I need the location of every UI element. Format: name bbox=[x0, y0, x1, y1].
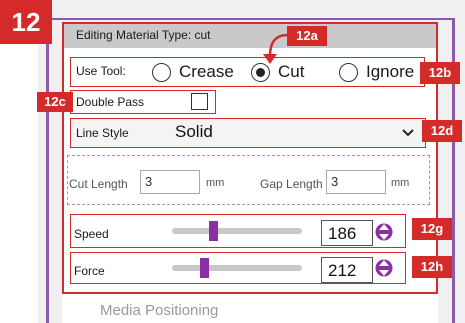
callout-badge-12b: 12b bbox=[420, 62, 460, 84]
double-pass-checkbox[interactable] bbox=[191, 93, 208, 110]
callout-badge-12d: 12d bbox=[422, 120, 462, 142]
gap-length-input[interactable]: 3 bbox=[326, 170, 386, 194]
line-style-label: Line Style bbox=[76, 126, 129, 140]
radio-option-crease[interactable]: Crease bbox=[152, 62, 234, 82]
force-spinner-icon[interactable] bbox=[375, 257, 393, 279]
callout-badge-12h: 12h bbox=[412, 256, 452, 278]
panel-border-top bbox=[46, 18, 455, 20]
force-slider-thumb[interactable] bbox=[200, 258, 209, 278]
speed-slider-track[interactable] bbox=[172, 228, 302, 234]
radio-ignore-icon[interactable] bbox=[339, 62, 358, 82]
cut-length-unit: mm bbox=[206, 177, 225, 189]
speed-label: Speed bbox=[74, 227, 109, 241]
callout-badge-12g: 12g bbox=[412, 218, 452, 240]
radio-crease-icon[interactable] bbox=[152, 62, 171, 82]
radio-option-ignore[interactable]: Ignore bbox=[339, 62, 414, 82]
radio-selected-dot bbox=[256, 67, 265, 77]
radio-ignore-label: Ignore bbox=[366, 62, 415, 81]
media-positioning-header[interactable]: Media Positioning bbox=[100, 302, 218, 319]
line-style-value: Solid bbox=[175, 122, 213, 141]
radio-cut-label: Cut bbox=[278, 62, 305, 81]
callout-badge-main: 12 bbox=[0, 0, 52, 44]
cut-length-input[interactable]: 3 bbox=[140, 170, 200, 194]
speed-spinner-icon[interactable] bbox=[375, 221, 393, 243]
panel-border-left bbox=[46, 18, 49, 323]
gap-length-label: Gap Length bbox=[260, 177, 323, 191]
callout-badge-12c: 12c bbox=[37, 92, 73, 112]
gap-length-unit: mm bbox=[391, 177, 410, 189]
use-tool-label: Use Tool: bbox=[76, 64, 126, 78]
speed-value-input[interactable]: 186 bbox=[321, 220, 373, 246]
double-pass-label: Double Pass bbox=[76, 95, 145, 109]
radio-option-cut[interactable]: Cut bbox=[251, 62, 304, 82]
force-value-input[interactable]: 212 bbox=[321, 257, 373, 283]
speed-slider-thumb[interactable] bbox=[209, 221, 218, 241]
chevron-down-icon[interactable] bbox=[402, 128, 414, 138]
radio-crease-label: Crease bbox=[179, 62, 234, 81]
force-label: Force bbox=[74, 264, 105, 278]
force-slider-track[interactable] bbox=[172, 265, 302, 271]
cut-length-label: Cut Length bbox=[69, 177, 128, 191]
radio-cut-icon[interactable] bbox=[251, 62, 270, 82]
